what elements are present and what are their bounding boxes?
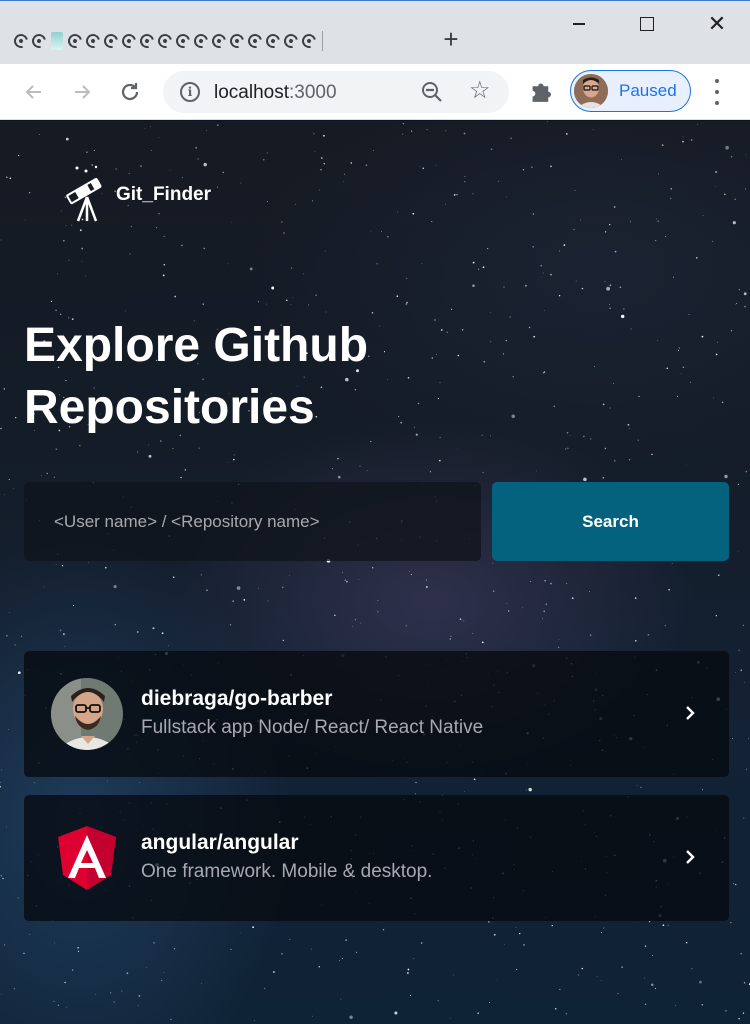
logo-text: Git_Finder bbox=[116, 184, 212, 205]
arrow-right-icon bbox=[75, 85, 91, 99]
page-title-line-2: Repositories bbox=[24, 381, 315, 434]
browser-tabstrip: + ✕ bbox=[0, 0, 750, 64]
browser-tab[interactable] bbox=[29, 28, 49, 54]
profile-avatar bbox=[574, 74, 608, 108]
new-tab-button[interactable]: + bbox=[437, 25, 465, 53]
repository-search-input[interactable] bbox=[24, 482, 481, 561]
repository-card[interactable]: diebraga/go-barber Fullstack app Node/ R… bbox=[24, 651, 729, 777]
browser-tab[interactable] bbox=[173, 28, 193, 54]
tab-favicon-icon bbox=[191, 31, 211, 51]
site-info-icon[interactable]: i bbox=[180, 82, 200, 102]
browser-tab[interactable] bbox=[83, 28, 103, 54]
tab-favicon-icon bbox=[101, 31, 121, 51]
back-button[interactable] bbox=[18, 76, 50, 108]
maximize-icon bbox=[640, 17, 654, 31]
arrow-left-icon bbox=[25, 85, 41, 99]
search-form: Search bbox=[24, 482, 729, 561]
browser-toolbar: i localhost:3000 ☆ Paused bbox=[0, 64, 750, 120]
browser-tab[interactable] bbox=[50, 28, 64, 54]
tab-favicon-icon bbox=[281, 31, 301, 51]
browser-tab[interactable] bbox=[263, 28, 283, 54]
repository-list: diebraga/go-barber Fullstack app Node/ R… bbox=[24, 651, 729, 939]
repository-name: angular/angular bbox=[141, 831, 299, 854]
url-port: :3000 bbox=[289, 82, 337, 103]
chevron-right-icon bbox=[686, 706, 695, 720]
repository-description: One framework. Mobile & desktop. bbox=[141, 861, 433, 882]
tab-favicon-icon bbox=[299, 31, 319, 51]
browser-tab[interactable] bbox=[227, 28, 247, 54]
tab-favicon-icon bbox=[263, 31, 283, 51]
user-avatar bbox=[51, 678, 123, 750]
repository-name: diebraga/go-barber bbox=[141, 687, 333, 710]
page-title: Explore Github Repositories bbox=[24, 315, 524, 439]
page-title-line-1: Explore Github bbox=[24, 319, 369, 372]
angular-logo-icon bbox=[51, 822, 123, 894]
browser-tab[interactable] bbox=[299, 28, 319, 54]
forward-button[interactable] bbox=[66, 76, 98, 108]
browser-tab[interactable] bbox=[119, 28, 139, 54]
tab-favicon-icon bbox=[137, 31, 157, 51]
zoom-out-icon[interactable] bbox=[421, 81, 443, 103]
profile-status: Paused bbox=[619, 81, 677, 100]
app-logo[interactable]: Git_Finder bbox=[60, 163, 211, 223]
dot-icon bbox=[715, 101, 719, 105]
tab-favicon-icon bbox=[227, 31, 247, 51]
browser-tab[interactable] bbox=[65, 28, 85, 54]
url-host: localhost bbox=[214, 82, 289, 103]
tab-favicon-icon bbox=[245, 31, 265, 51]
url-text: localhost:3000 bbox=[214, 82, 337, 104]
browser-tab[interactable] bbox=[191, 28, 211, 54]
bookmark-star-icon[interactable]: ☆ bbox=[469, 78, 491, 104]
tab-list bbox=[11, 27, 323, 55]
repository-description: Fullstack app Node/ React/ React Native bbox=[141, 717, 484, 738]
page-content: Git_Finder Explore Github Repositories S… bbox=[0, 121, 750, 1024]
profile-button[interactable]: Paused bbox=[570, 70, 691, 112]
browser-tab[interactable] bbox=[137, 28, 157, 54]
minimize-icon bbox=[573, 23, 585, 25]
dot-icon bbox=[715, 79, 719, 83]
browser-tab[interactable] bbox=[281, 28, 301, 54]
tab-favicon-icon bbox=[83, 31, 103, 51]
tab-favicon-icon bbox=[29, 31, 49, 51]
window-minimize-button[interactable] bbox=[556, 7, 602, 41]
browser-tab[interactable] bbox=[155, 28, 175, 54]
tab-favicon-icon bbox=[209, 31, 229, 51]
tab-favicon-icon bbox=[11, 31, 31, 51]
chevron-right-icon bbox=[686, 850, 695, 864]
tab-favicon-icon bbox=[173, 31, 193, 51]
window-maximize-button[interactable] bbox=[624, 7, 670, 41]
tab-favicon-icon bbox=[51, 32, 63, 50]
tab-favicon-icon bbox=[65, 31, 85, 51]
browser-menu-button[interactable] bbox=[706, 79, 728, 105]
extensions-puzzle-icon[interactable] bbox=[528, 78, 556, 106]
dot-icon bbox=[715, 90, 719, 94]
reload-icon bbox=[121, 83, 139, 101]
browser-tab[interactable] bbox=[101, 28, 121, 54]
telescope-icon bbox=[66, 165, 102, 222]
window-close-button[interactable]: ✕ bbox=[694, 7, 740, 41]
address-bar[interactable]: i localhost:3000 ☆ bbox=[163, 71, 509, 113]
tab-separator bbox=[322, 31, 323, 51]
reload-button[interactable] bbox=[114, 76, 146, 108]
search-button[interactable]: Search bbox=[492, 482, 729, 561]
browser-tab[interactable] bbox=[11, 28, 31, 54]
tab-favicon-icon bbox=[155, 31, 175, 51]
browser-tab[interactable] bbox=[209, 28, 229, 54]
tab-favicon-icon bbox=[119, 31, 139, 51]
repository-card[interactable]: angular/angular One framework. Mobile & … bbox=[24, 795, 729, 921]
browser-tab[interactable] bbox=[245, 28, 265, 54]
